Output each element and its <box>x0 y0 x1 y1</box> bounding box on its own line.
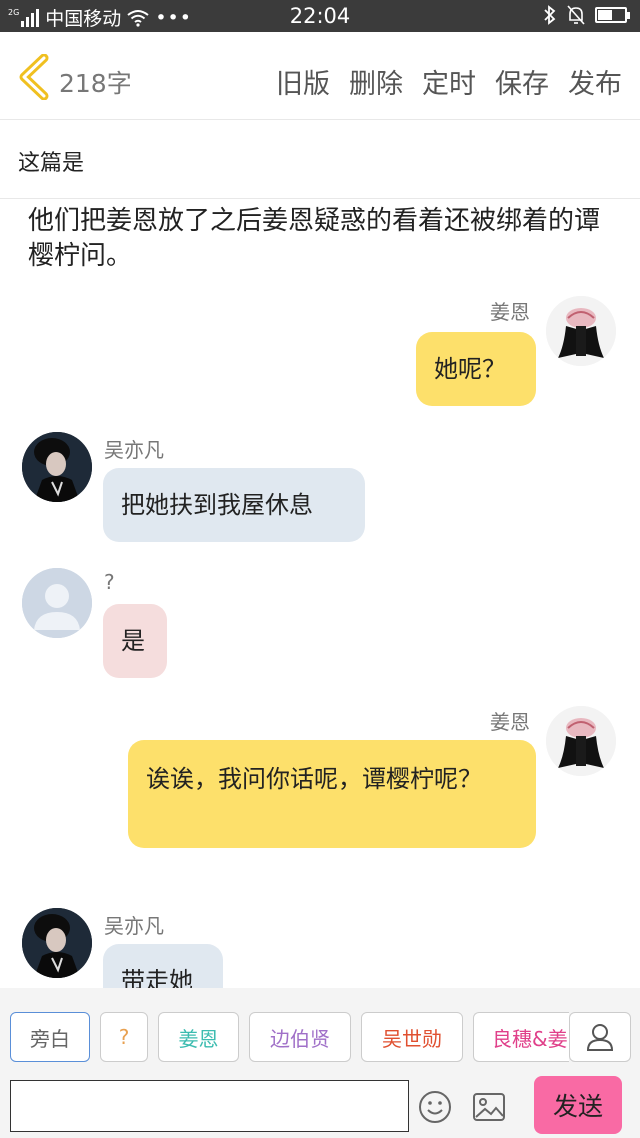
character-chip-narrator[interactable]: 旁白 <box>10 1012 90 1062</box>
message-bubble[interactable]: 诶诶，我问你话呢，谭樱柠呢？ <box>128 740 536 848</box>
battery-icon <box>595 7 630 23</box>
image-icon[interactable] <box>472 1092 506 1122</box>
character-chip-wushixun[interactable]: 吴世勋 <box>361 1012 463 1062</box>
sender-name: 吴亦凡 <box>104 438 164 462</box>
character-chip-jiangen[interactable]: 姜恩 <box>158 1012 239 1062</box>
sender-name: ? <box>104 570 115 594</box>
sender-name: 姜恩 <box>490 710 530 734</box>
delete-button[interactable]: 删除 <box>349 62 403 101</box>
title-field[interactable]: 这篇是 <box>0 121 640 199</box>
publish-button[interactable]: 发布 <box>568 62 622 101</box>
avatar-wuyifan[interactable] <box>22 432 92 502</box>
message-bubble[interactable]: 把她扶到我屋休息 <box>103 468 365 542</box>
avatar-wuyifan[interactable] <box>22 908 92 978</box>
header-actions: 旧版 删除 定时 保存 发布 <box>276 62 622 101</box>
bell-off-icon <box>567 5 585 25</box>
message-bubble[interactable]: 她呢？ <box>416 332 536 406</box>
sender-name: 吴亦凡 <box>104 914 164 938</box>
character-chip-unknown[interactable]: ? <box>100 1012 148 1062</box>
avatar-jiangen[interactable] <box>546 706 616 776</box>
avatar-jiangen-image <box>546 296 616 366</box>
character-chip-bianboxian[interactable]: 边伯贤 <box>249 1012 351 1062</box>
send-button[interactable]: 发送 <box>534 1076 622 1134</box>
story-title[interactable]: 这篇是 <box>18 145 84 177</box>
add-character-icon <box>586 1024 614 1051</box>
emoji-icon[interactable] <box>418 1090 452 1124</box>
sender-name: 姜恩 <box>490 300 530 324</box>
avatar-default[interactable] <box>22 568 92 638</box>
message-bubble[interactable]: 是 <box>103 604 167 678</box>
avatar-jiangen-image <box>546 706 616 776</box>
message-input[interactable] <box>10 1080 409 1132</box>
narration-text: 他们把姜恩放了之后姜恩疑惑的看着还被绑着的谭樱柠问。 <box>28 206 601 271</box>
avatar-wuyifan-image <box>22 432 92 502</box>
bluetooth-icon <box>544 5 556 25</box>
status-bar: 2G 中国移动 ••• 22:04 <box>0 0 640 32</box>
schedule-button[interactable]: 定时 <box>422 62 476 101</box>
back-arrow-icon[interactable] <box>14 54 54 100</box>
character-chip-liangsui[interactable]: 良穗&姜 <box>473 1012 569 1062</box>
avatar-jiangen[interactable] <box>546 296 616 366</box>
editor-header: 218字 旧版 删除 定时 保存 发布 <box>0 32 640 120</box>
default-person-icon <box>22 568 92 638</box>
composer-panel: 旁白 ? 姜恩 边伯贤 吴世勋 良穗&姜 发送 <box>0 988 640 1138</box>
add-character-button[interactable] <box>569 1012 631 1062</box>
old-version-button[interactable]: 旧版 <box>276 62 330 101</box>
word-count: 218字 <box>59 69 132 98</box>
avatar-wuyifan-image <box>22 908 92 978</box>
save-button[interactable]: 保存 <box>495 62 549 101</box>
